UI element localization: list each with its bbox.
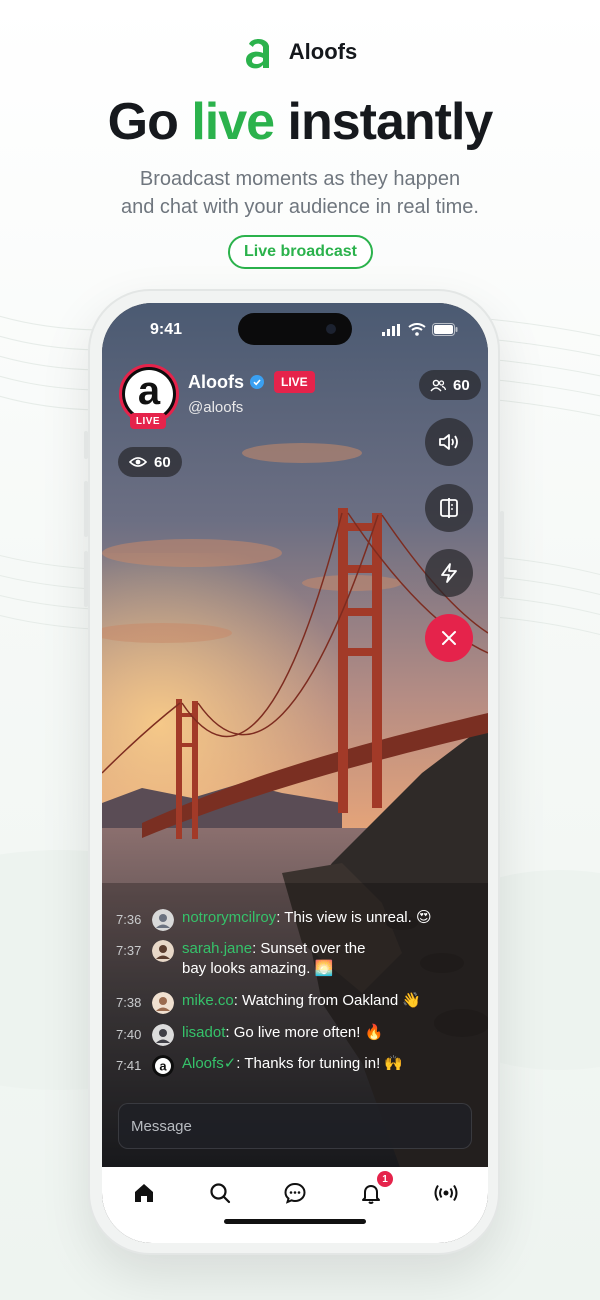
chat-text: Aloofs✓: Thanks for tuning in! 🙌 [182,1055,404,1072]
chat-message: 7:37 sarah.jane: Sunset over the bay loo… [116,939,382,979]
flash-button[interactable] [425,549,473,597]
chat-avatar [152,1024,174,1046]
chat-message: 7:40 lisadot: Go live more often! 🔥 [116,1023,452,1046]
host-handle: @aloofs [188,399,244,416]
chat-message: 7:38 mike.co: Watching from Oakland 👋 [116,991,452,1014]
aloofs-logo-icon [245,38,269,69]
speaker-icon [439,434,458,450]
chat-message: 7:41 a Aloofs✓: Thanks for tuning in! 🙌 [116,1054,452,1077]
host-avatar-letter: a [125,370,173,418]
phone-side-button [84,481,88,537]
chat-message: 7:36 notrorymcilroy: This view is unreal… [116,908,452,931]
chat-avatar [152,909,174,931]
phone-side-button [84,551,88,607]
home-icon [135,1184,153,1202]
signal-icon [382,323,400,336]
tab-search[interactable] [206,1179,234,1207]
status-time: 9:41 [150,321,183,338]
chat-time: 7:40 [116,1027,142,1042]
flip-camera-button[interactable] [425,484,473,532]
flash-icon [441,563,457,583]
chat-time: 7:41 [116,1058,142,1073]
page-headline: Go live instantly [107,93,494,151]
notification-badge: 1 [377,1171,393,1187]
viewer-count: 60 [154,453,171,471]
tab-messages[interactable] [281,1179,309,1207]
eye-icon [129,457,147,467]
status-icons [382,323,458,336]
battery-icon [432,323,458,336]
wifi-icon [408,323,426,336]
chat-avatar: a [152,1055,174,1077]
verified-badge-icon [250,375,264,389]
end-stream-button[interactable] [425,614,473,662]
search-icon [210,1183,231,1204]
host-name-row: Aloofs LIVE [188,371,315,393]
users-icon [430,379,446,391]
tab-bar: 1 [102,1167,488,1243]
message-input[interactable]: Message [118,1103,472,1149]
chat-text: lisadot: Go live more often! 🔥 [182,1024,384,1041]
chat-time: 7:37 [116,943,142,958]
chat-text: notrorymcilroy: This view is unreal. 😍 [182,909,432,926]
page-subtitle: Broadcast moments as they happen and cha… [121,168,479,218]
tab-broadcast[interactable] [432,1179,460,1207]
chat-time: 7:36 [116,912,142,927]
speaker-button[interactable] [425,418,473,466]
participant-count: 60 [453,376,470,394]
status-bar: 9:41 [102,313,488,345]
viewer-count-chip: 60 [118,447,182,477]
chat-avatar [152,992,174,1014]
live-badge: LIVE [274,371,315,393]
dynamic-island [238,313,352,345]
chat-icon [284,1182,306,1204]
tab-home[interactable] [130,1179,158,1207]
home-indicator [224,1219,366,1224]
brand-name: Aloofs [288,39,358,64]
tab-notifications[interactable]: 1 [357,1171,393,1207]
avatar-live-badge: LIVE [130,413,166,429]
phone-mockup: 9:41 a LIVE Aloofs LIVE @aloofs 60 60 7:… [84,289,504,1255]
participants-chip[interactable]: 60 [419,370,481,400]
host-name[interactable]: Aloofs [188,372,244,393]
phone-screen: 9:41 a LIVE Aloofs LIVE @aloofs 60 60 7:… [102,303,488,1243]
headline-accent: live [191,93,275,151]
svg-text:a: a [159,1059,167,1074]
chat-text: sarah.jane: Sunset over the bay looks am… [182,940,366,977]
live-broadcast-pill: Live broadcast [228,235,373,269]
chat-text: mike.co: Watching from Oakland 👋 [182,992,422,1009]
chat-avatar [152,940,174,962]
brand-header: Aloofs [0,34,600,70]
phone-side-button [84,431,88,459]
close-icon [442,631,456,645]
chat-time: 7:38 [116,995,142,1010]
broadcast-icon [434,1184,458,1202]
flip-camera-icon [440,498,458,518]
phone-side-button [500,511,504,597]
